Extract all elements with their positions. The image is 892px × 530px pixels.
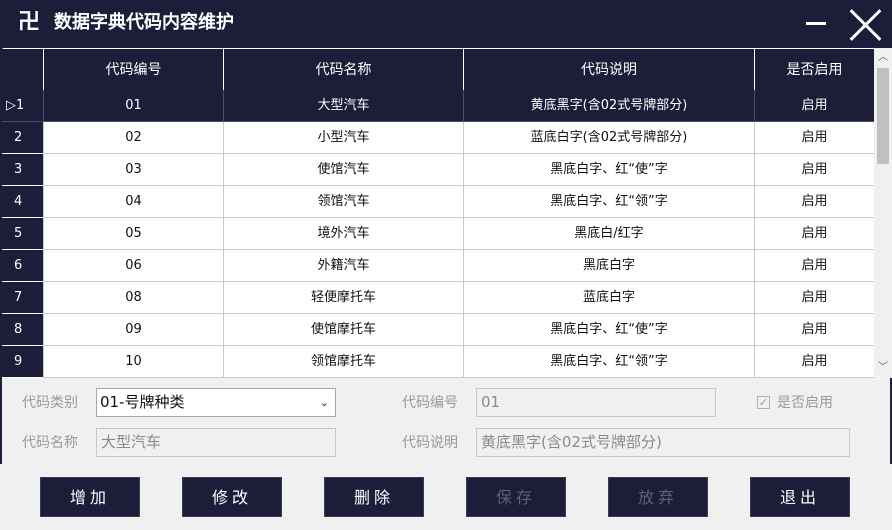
cell-enabled[interactable]: 启用: [754, 90, 874, 122]
cell-name[interactable]: 使馆汽车: [223, 154, 463, 186]
discard-button[interactable]: 放弃: [608, 477, 708, 517]
cell-code[interactable]: 05: [43, 218, 223, 250]
category-select-value: 01-号牌种类: [100, 393, 185, 411]
scroll-down-icon[interactable]: ﹀: [874, 360, 892, 376]
cell-name[interactable]: 轻便摩托车: [223, 282, 463, 314]
selected-row-arrow-icon: ▷: [6, 98, 16, 113]
cell-code[interactable]: 02: [43, 122, 223, 154]
row-header[interactable]: 3: [2, 154, 43, 186]
column-header-desc[interactable]: 代码说明: [463, 48, 754, 90]
cell-name[interactable]: 境外汽车: [223, 218, 463, 250]
enabled-checkbox[interactable]: ✓: [757, 396, 770, 409]
row-header[interactable]: ▷1: [2, 90, 43, 122]
cell-enabled[interactable]: 启用: [754, 218, 874, 250]
save-button[interactable]: 保存: [466, 477, 566, 517]
table-row[interactable]: 5 05 境外汽车 黑底白/红字 启用: [2, 218, 874, 250]
code-table[interactable]: 代码编号 代码名称 代码说明 是否启用 ▷1 01 大型汽车 黄底黑字(含02式…: [2, 48, 874, 378]
desc-label: 代码说明: [402, 435, 458, 451]
column-header-enabled[interactable]: 是否启用: [754, 48, 874, 90]
row-header[interactable]: 8: [2, 314, 43, 346]
cell-name[interactable]: 外籍汽车: [223, 250, 463, 282]
table-corner-header: [2, 48, 43, 90]
name-label: 代码名称: [22, 435, 78, 451]
scroll-up-icon[interactable]: ︿: [874, 50, 892, 66]
cell-enabled[interactable]: 启用: [754, 122, 874, 154]
minimize-icon[interactable]: [806, 22, 826, 25]
close-icon[interactable]: [848, 6, 884, 42]
scroll-thumb[interactable]: [877, 68, 889, 164]
cell-code[interactable]: 03: [43, 154, 223, 186]
category-label: 代码类别: [22, 395, 78, 411]
cell-desc[interactable]: 黑底白/红字: [463, 218, 754, 250]
table-row[interactable]: 2 02 小型汽车 蓝底白字(含02式号牌部分) 启用: [2, 122, 874, 154]
cell-desc[interactable]: 黑底白字、红“使”字: [463, 314, 754, 346]
cell-enabled[interactable]: 启用: [754, 250, 874, 282]
cell-desc[interactable]: 黑底白字、红“领”字: [463, 346, 754, 378]
category-select[interactable]: 01-号牌种类 ⌄: [96, 388, 336, 417]
add-button[interactable]: 增加: [40, 477, 140, 517]
table-row[interactable]: 4 04 领馆汽车 黑底白字、红“领”字 启用: [2, 186, 874, 218]
cell-code[interactable]: 10: [43, 346, 223, 378]
cell-code[interactable]: 06: [43, 250, 223, 282]
cell-enabled[interactable]: 启用: [754, 314, 874, 346]
cell-desc[interactable]: 蓝底白字(含02式号牌部分): [463, 122, 754, 154]
cell-code[interactable]: 04: [43, 186, 223, 218]
enabled-checkbox-label[interactable]: 是否启用: [777, 393, 833, 413]
button-bar: 增加 修改 删除 保存 放弃 退出: [0, 464, 892, 530]
cell-enabled[interactable]: 启用: [754, 186, 874, 218]
app-icon: 卍: [18, 10, 41, 35]
exit-button[interactable]: 退出: [750, 477, 850, 517]
table-row[interactable]: 3 03 使馆汽车 黑底白字、红“使”字 启用: [2, 154, 874, 186]
table-row[interactable]: 7 08 轻便摩托车 蓝底白字 启用: [2, 282, 874, 314]
column-header-code[interactable]: 代码编号: [43, 48, 223, 90]
row-header[interactable]: 2: [2, 122, 43, 154]
window-title: 数据字典代码内容维护: [54, 12, 234, 33]
cell-code[interactable]: 01: [43, 90, 223, 122]
cell-enabled[interactable]: 启用: [754, 346, 874, 378]
row-header[interactable]: 9: [2, 346, 43, 378]
cell-desc[interactable]: 黑底白字、红“使”字: [463, 154, 754, 186]
cell-name[interactable]: 使馆摩托车: [223, 314, 463, 346]
delete-button[interactable]: 删除: [324, 477, 424, 517]
code-label: 代码编号: [402, 395, 458, 411]
cell-desc[interactable]: 黑底白字、红“领”字: [463, 186, 754, 218]
table-row[interactable]: 8 09 使馆摩托车 黑底白字、红“使”字 启用: [2, 314, 874, 346]
cell-name[interactable]: 小型汽车: [223, 122, 463, 154]
code-field[interactable]: 01: [476, 388, 716, 417]
cell-desc[interactable]: 黑底白字: [463, 250, 754, 282]
chevron-down-icon[interactable]: ⌄: [320, 389, 329, 416]
row-header[interactable]: 6: [2, 250, 43, 282]
row-header[interactable]: 4: [2, 186, 43, 218]
cell-code[interactable]: 08: [43, 282, 223, 314]
vertical-scrollbar[interactable]: ︿ ﹀: [874, 48, 892, 378]
cell-desc[interactable]: 蓝底白字: [463, 282, 754, 314]
cell-enabled[interactable]: 启用: [754, 154, 874, 186]
cell-code[interactable]: 09: [43, 314, 223, 346]
title-bar: 卍 数据字典代码内容维护: [0, 0, 892, 48]
column-header-name[interactable]: 代码名称: [223, 48, 463, 90]
table-row[interactable]: 6 06 外籍汽车 黑底白字 启用: [2, 250, 874, 282]
row-header[interactable]: 7: [2, 282, 43, 314]
table-row[interactable]: 9 10 领馆摩托车 黑底白字、红“领”字 启用: [2, 346, 874, 378]
cell-desc[interactable]: 黄底黑字(含02式号牌部分): [463, 90, 754, 122]
desc-field[interactable]: 黄底黑字(含02式号牌部分): [476, 428, 850, 457]
row-header[interactable]: 5: [2, 218, 43, 250]
edit-form: 代码类别 01-号牌种类 ⌄ 代码编号 01 ✓ 是否启用 代码名称 大型汽车 …: [2, 378, 890, 464]
table-row[interactable]: ▷1 01 大型汽车 黄底黑字(含02式号牌部分) 启用: [2, 90, 874, 122]
cell-name[interactable]: 大型汽车: [223, 90, 463, 122]
edit-button[interactable]: 修改: [182, 477, 282, 517]
cell-enabled[interactable]: 启用: [754, 282, 874, 314]
cell-name[interactable]: 领馆汽车: [223, 186, 463, 218]
name-field[interactable]: 大型汽车: [96, 428, 336, 457]
cell-name[interactable]: 领馆摩托车: [223, 346, 463, 378]
